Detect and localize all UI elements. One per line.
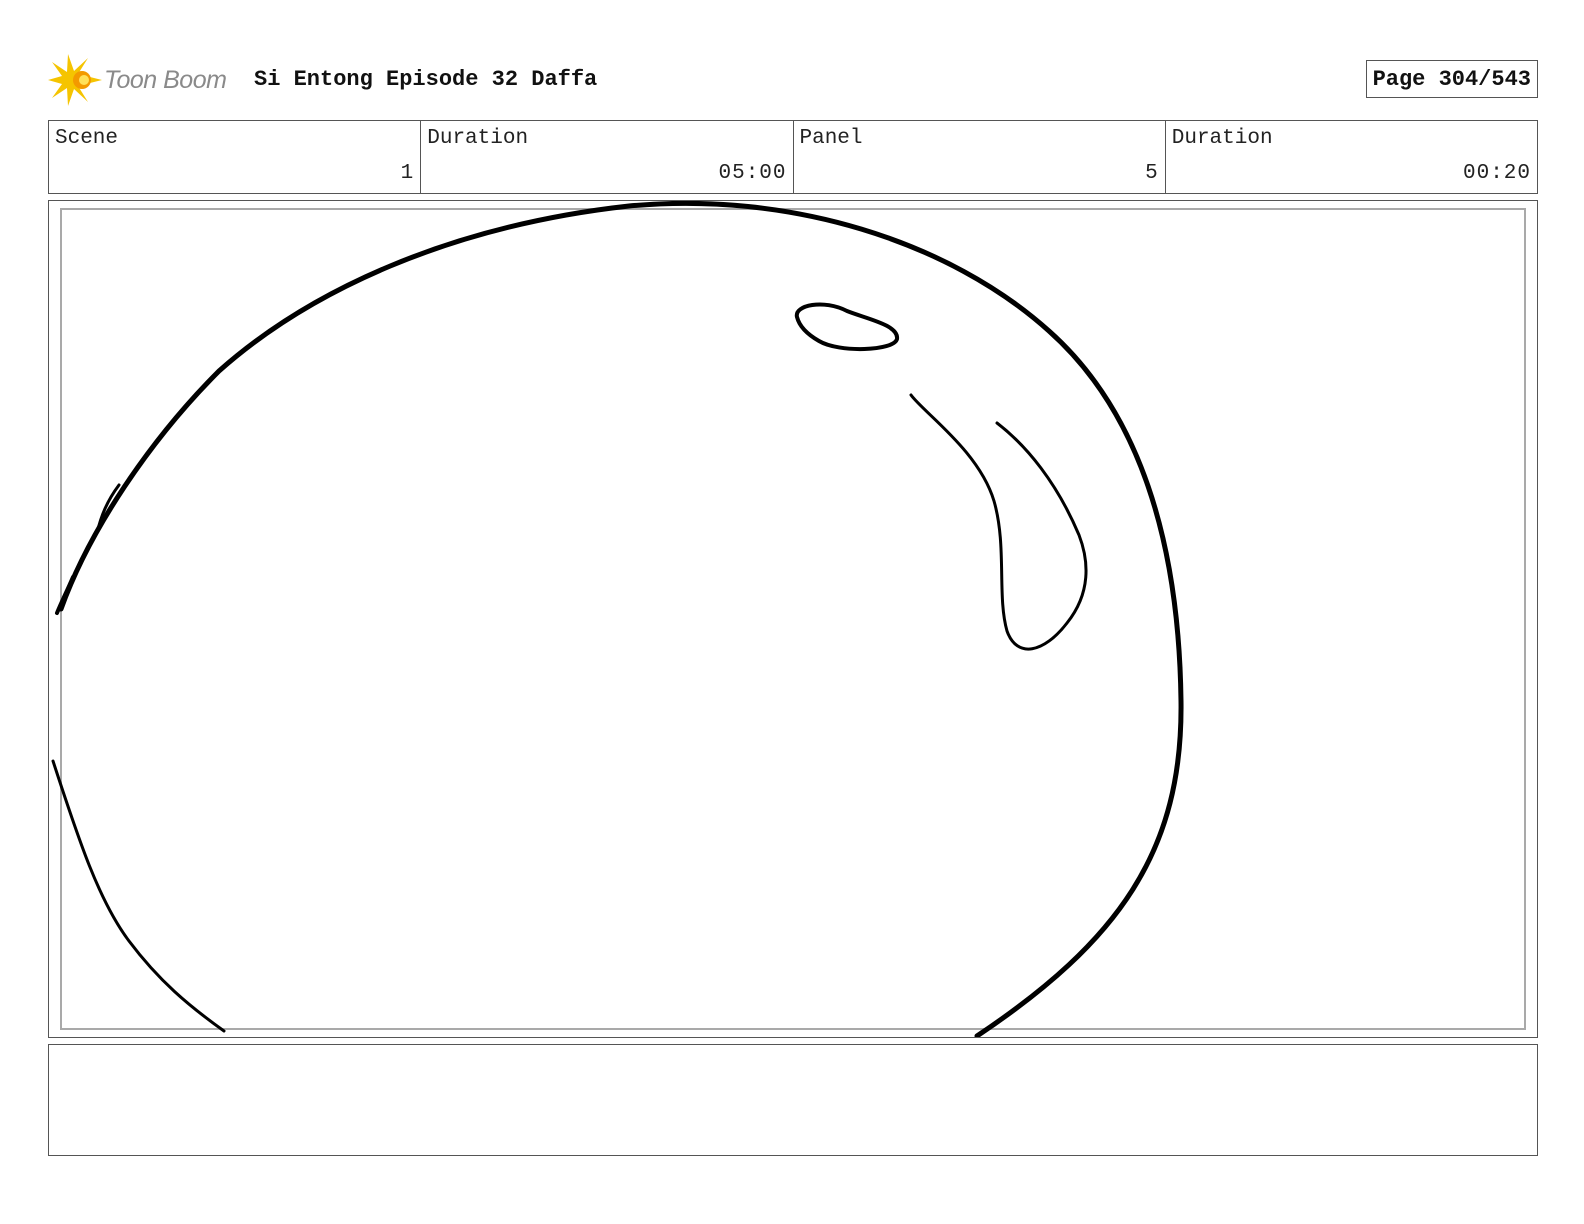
storyboard-panel: [48, 200, 1538, 1038]
bubble-outline-stroke: [58, 201, 1184, 1037]
panel-duration-label: Duration: [1171, 127, 1273, 150]
scene-panel-info-table: Scene 1 Duration 05:00 Panel 5 Duration …: [48, 120, 1538, 194]
panel-duration-value: 00:20: [1462, 162, 1531, 185]
top-highlight-shape: [794, 302, 899, 351]
scene-value: 1: [400, 162, 415, 185]
toon-boom-starburst-icon: [48, 54, 102, 106]
logo-text: Toon Boom: [104, 66, 227, 94]
storyboard-header: Toon Boom Si Entong Episode 32 Daffa Pag…: [48, 52, 1538, 108]
panel-drawing: [51, 201, 1184, 1037]
project-title: Si Entong Episode 32 Daffa: [254, 67, 598, 92]
toon-boom-logo: Toon Boom: [48, 52, 248, 108]
scene-duration-label: Duration: [427, 127, 529, 150]
scene-label: Scene: [55, 127, 119, 150]
scene-duration-value: 05:00: [718, 162, 787, 185]
scene-duration-cell: Duration 05:00: [421, 121, 794, 193]
bubble-tick-mark-lower: [55, 575, 75, 615]
panel-duration-cell: Duration 00:20: [1166, 121, 1537, 193]
bubble-left-bottom-stroke: [51, 759, 226, 1033]
side-highlight-shape: [909, 393, 1088, 651]
panel-cell: Panel 5: [794, 121, 1166, 193]
panel-label: Panel: [799, 127, 863, 150]
scene-cell: Scene 1: [49, 121, 422, 193]
panel-value: 5: [1145, 162, 1159, 185]
panel-notes-box: [48, 1044, 1538, 1156]
page-indicator: Page 304/543: [1365, 60, 1538, 98]
